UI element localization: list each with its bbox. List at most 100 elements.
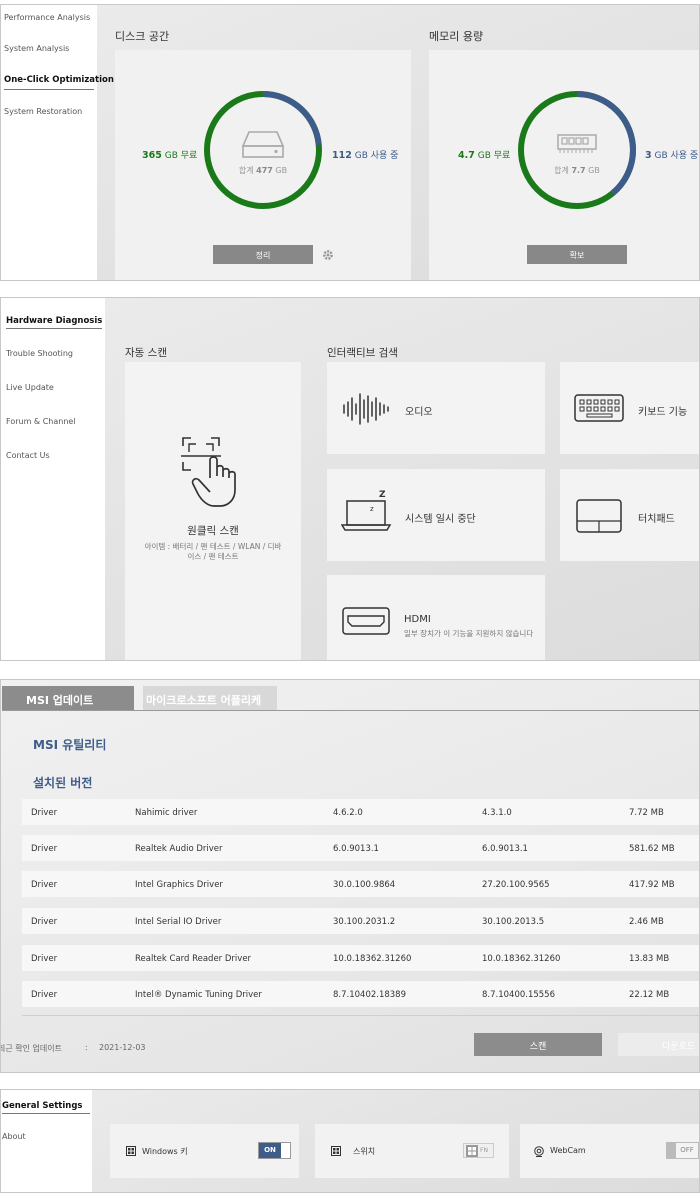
msi-update-panel: MSI 업데이트 마이크로소프트 어플리케 MSI 유틸리티 설치된 버전 Dr… — [0, 679, 700, 1073]
row-type: Driver — [31, 917, 58, 927]
tab-msi-update[interactable]: MSI 업데이트 — [2, 686, 134, 710]
table-row[interactable]: Driver Intel Graphics Driver 30.0.100.98… — [22, 871, 699, 897]
switch-toggle-state: FN — [480, 1147, 488, 1154]
memory-free-label: 4.7 GB 무료 — [458, 150, 511, 161]
row-type: Driver — [31, 880, 58, 890]
row-name: Nahimic driver — [135, 808, 198, 818]
sidebar-item-trouble-shooting[interactable]: Trouble Shooting — [6, 349, 73, 358]
windows-key-card: Windows 키 ON — [110, 1124, 299, 1178]
windows-key-label: Windows 키 — [142, 1147, 188, 1156]
row-name: Realtek Audio Driver — [135, 844, 223, 854]
switch-toggle[interactable]: FN — [463, 1143, 494, 1158]
svg-text:z: z — [370, 505, 374, 513]
hdmi-label: HDMI — [404, 614, 431, 625]
row-new-version: 4.6.2.0 — [333, 808, 363, 818]
audio-tile[interactable]: 오디오 — [327, 362, 545, 454]
row-size: 2.46 MB — [629, 917, 664, 927]
memory-title: 메모리 용량 — [429, 30, 484, 43]
row-new-version: 30.0.100.9864 — [333, 880, 396, 890]
row-size: 417.92 MB — [629, 880, 675, 890]
touch-scan-icon — [181, 437, 236, 507]
memory-used-label: 3 GB 사용 중 — [645, 150, 699, 161]
sidebar-item-general-settings[interactable]: General Settings — [2, 1101, 82, 1111]
one-click-scan-card[interactable]: 원클릭 스캔 아이템 : 배터리 / 팬 테스트 / WLAN / 디바이스 /… — [125, 362, 301, 660]
row-type: Driver — [31, 844, 58, 854]
installed-version-heading: 설치된 버전 — [33, 776, 93, 790]
touchpad-label: 터치패드 — [638, 514, 675, 525]
tab-microsoft-apps[interactable]: 마이크로소프트 어플리케 — [143, 686, 277, 710]
memory-chip-icon — [557, 134, 597, 153]
sidebar-item-forum-channel[interactable]: Forum & Channel — [6, 417, 76, 426]
sidebar-item-contact-us[interactable]: Contact Us — [6, 451, 50, 460]
row-new-version: 30.100.2031.2 — [333, 917, 396, 927]
disk-free-label: 365 GB 무료 — [142, 150, 198, 161]
svg-text:Z: Z — [379, 490, 386, 500]
row-name: Intel® Dynamic Tuning Driver — [135, 990, 262, 1000]
memory-total: 합계 7.7 GB — [554, 166, 600, 175]
system-suspend-tile[interactable]: Z z 시스템 일시 중단 — [327, 469, 545, 561]
webcam-card: WebCam OFF — [520, 1124, 699, 1178]
table-row[interactable]: Driver Nahimic driver 4.6.2.0 4.3.1.0 7.… — [22, 799, 699, 825]
table-row[interactable]: Driver Intel Serial IO Driver 30.100.203… — [22, 908, 699, 934]
touchpad-icon — [576, 499, 622, 533]
windows-icon — [331, 1146, 341, 1156]
one-click-scan-label: 원클릭 스캔 — [187, 525, 239, 537]
free-memory-button[interactable]: 확보 — [527, 245, 627, 264]
table-row[interactable]: Driver Realtek Card Reader Driver 10.0.1… — [22, 945, 699, 971]
sidebar: Hardware Diagnosis Trouble Shooting Live… — [1, 298, 105, 660]
memory-card: 합계 7.7 GB 4.7 GB 무료 3 GB 사용 중 확보 — [429, 50, 699, 280]
keyboard-label: 키보드 기능 — [638, 407, 688, 418]
hdmi-port-icon — [342, 607, 390, 635]
one-click-scan-items: 아이템 : 배터리 / 팬 테스트 / WLAN / 디바이스 / 팬 테스트 — [144, 542, 282, 561]
row-size: 13.83 MB — [629, 954, 670, 964]
row-installed-version: 10.0.18362.31260 — [482, 954, 561, 964]
disk-card: 합계 477 GB 365 GB 무료 112 GB 사용 중 정리 — [115, 50, 411, 280]
row-size: 22.12 MB — [629, 990, 670, 1000]
hdmi-note: 일부 장치가 이 기능을 지원하지 않습니다 — [404, 629, 534, 638]
webcam-toggle[interactable]: OFF — [666, 1142, 699, 1159]
keyboard-tile[interactable]: 키보드 기능 — [560, 362, 699, 454]
sidebar: General Settings About — [1, 1090, 92, 1192]
webcam-icon — [534, 1146, 544, 1157]
scan-button[interactable]: 스캔 — [474, 1033, 602, 1056]
row-type: Driver — [31, 990, 58, 1000]
row-type: Driver — [31, 808, 58, 818]
cleanup-button[interactable]: 정리 — [213, 245, 313, 264]
webcam-label: WebCam — [550, 1146, 586, 1155]
touchpad-tile[interactable]: 터치패드 — [560, 469, 699, 561]
row-name: Realtek Card Reader Driver — [135, 954, 252, 964]
sidebar-item-performance-analysis[interactable]: Performance Analysis — [4, 13, 90, 22]
last-check-label: 최근 확인 업데이트 — [0, 1044, 62, 1053]
hard-drive-icon — [241, 131, 285, 158]
windows-toggle-icon — [466, 1145, 478, 1157]
audio-label: 오디오 — [405, 407, 433, 418]
sidebar-item-one-click-optimization[interactable]: One-Click Optimization — [4, 75, 114, 85]
disk-used-label: 112 GB 사용 중 — [332, 150, 399, 161]
sidebar-item-system-analysis[interactable]: System Analysis — [4, 44, 69, 53]
windows-key-toggle[interactable]: ON — [258, 1142, 291, 1159]
interactive-search-title: 인터랙티브 검색 — [327, 347, 398, 359]
switch-card: 스위치 FN — [315, 1124, 509, 1178]
auto-scan-title: 자동 스캔 — [125, 347, 167, 359]
hdmi-tile[interactable]: HDMI 일부 장치가 이 기능을 지원하지 않습니다 — [327, 575, 545, 660]
laptop-sleep-icon: Z z — [341, 490, 392, 531]
last-check-separator: : — [85, 1043, 88, 1052]
gear-icon[interactable] — [322, 249, 334, 261]
tab-divider — [2, 710, 699, 711]
windows-key-toggle-state: ON — [259, 1143, 281, 1158]
table-row[interactable]: Driver Realtek Audio Driver 6.0.9013.1 6… — [22, 835, 699, 861]
last-check-date: 2021-12-03 — [99, 1043, 146, 1052]
keyboard-icon — [574, 394, 624, 422]
table-row[interactable]: Driver Intel® Dynamic Tuning Driver 8.7.… — [22, 981, 699, 1007]
row-new-version: 10.0.18362.31260 — [333, 954, 412, 964]
sidebar-item-system-restoration[interactable]: System Restoration — [4, 107, 82, 116]
sidebar-item-hardware-diagnosis[interactable]: Hardware Diagnosis — [6, 316, 102, 326]
row-installed-version: 27.20.100.9565 — [482, 880, 550, 890]
audio-wave-icon — [343, 393, 389, 425]
hardware-diagnosis-panel: Hardware Diagnosis Trouble Shooting Live… — [0, 297, 700, 661]
download-button[interactable]: 다운로드 — [618, 1033, 699, 1056]
active-underline — [2, 1113, 90, 1114]
sidebar-item-live-update[interactable]: Live Update — [6, 383, 54, 392]
row-new-version: 8.7.10402.18389 — [333, 990, 407, 1000]
sidebar-item-about[interactable]: About — [2, 1132, 26, 1141]
